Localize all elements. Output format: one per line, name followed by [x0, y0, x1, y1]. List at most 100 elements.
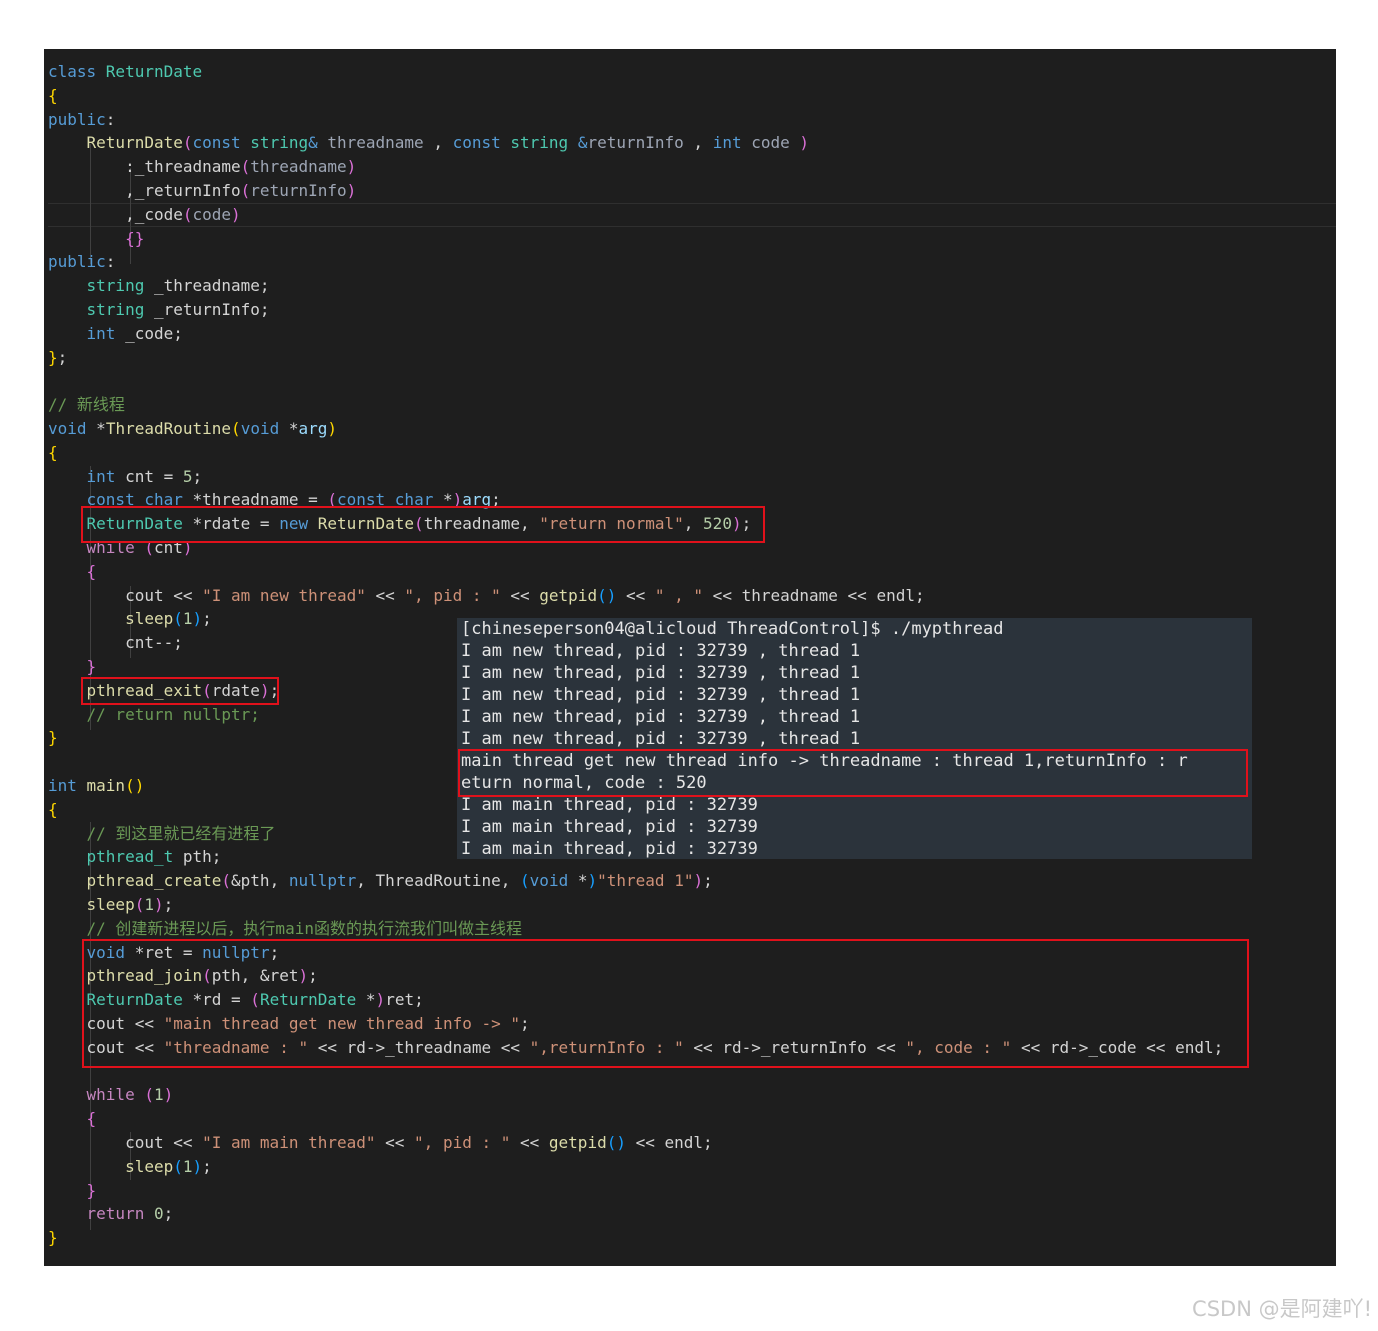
- code-token: <<: [500, 585, 540, 605]
- code-token: ): [163, 1085, 174, 1105]
- code-token: main: [86, 776, 126, 795]
- code-token: }: [86, 1180, 97, 1200]
- code-token: ): [587, 871, 598, 891]
- code-line: {: [48, 798, 58, 822]
- code-line: }: [48, 726, 58, 750]
- code-token: cnt--;: [48, 633, 183, 653]
- code-token: arg: [298, 419, 328, 438]
- code-line: public:: [48, 250, 115, 274]
- code-token: threadname: [327, 133, 424, 153]
- code-token: ,_code: [48, 204, 183, 224]
- code-token: "thread 1": [597, 871, 694, 891]
- code-line: cout << "I am main thread" << ", pid : "…: [48, 1131, 713, 1155]
- code-token: code: [751, 133, 800, 153]
- code-token: string: [86, 300, 145, 319]
- code-token: returnInfo: [587, 133, 684, 153]
- code-token: (): [597, 585, 617, 605]
- code-token: getpid: [548, 1133, 607, 1152]
- code-token: " , ": [654, 585, 704, 605]
- code-token: _returnInfo;: [144, 300, 270, 319]
- code-line: }: [48, 1179, 97, 1203]
- code-token: cout <<: [48, 585, 203, 605]
- code-token: ): [192, 1156, 203, 1176]
- code-token: 1: [182, 1156, 193, 1176]
- code-token: *: [96, 419, 106, 438]
- terminal-line: I am new thread, pid : 32739 , thread 1: [461, 685, 861, 705]
- code-token: _code;: [115, 323, 183, 343]
- code-line: // 到这里就已经有进程了: [48, 822, 276, 846]
- code-token: (): [125, 776, 145, 795]
- code-token: threadname: [250, 157, 347, 177]
- code-token: int: [86, 466, 116, 486]
- code-token: ): [192, 609, 203, 629]
- terminal-output: [chineseperson04@alicloud ThreadControl]…: [457, 618, 1252, 859]
- code-token: while: [86, 1085, 145, 1105]
- terminal-line: [chineseperson04@alicloud ThreadControl]…: [461, 619, 1004, 639]
- code-token: void: [48, 419, 97, 438]
- code-line: ,_returnInfo(returnInfo): [48, 179, 356, 203]
- code-token: sleep: [125, 609, 174, 629]
- code-token: << threadname << endl;: [703, 585, 925, 605]
- code-token: nullptr: [288, 871, 357, 891]
- terminal-line: I am main thread, pid : 32739: [461, 839, 758, 859]
- code-token: // 到这里就已经有进程了: [86, 823, 276, 843]
- code-line: sleep(1);: [48, 607, 212, 631]
- code-token: {: [48, 85, 58, 105]
- code-token: {: [86, 1109, 97, 1129]
- code-token: ): [327, 419, 338, 438]
- code-line: // return nullptr;: [48, 703, 260, 727]
- code-token: return: [86, 1204, 154, 1224]
- code-token: (: [173, 609, 183, 629]
- code-token: {}: [125, 228, 145, 248]
- code-token: *: [288, 419, 299, 438]
- code-token: <<: [375, 1133, 415, 1152]
- code-token: returnInfo: [250, 181, 347, 200]
- code-token: (: [520, 871, 530, 891]
- code-line: int cnt = 5;: [48, 465, 203, 489]
- code-token: {: [86, 561, 97, 581]
- code-token: }: [48, 347, 58, 367]
- code-token: pthread_t: [86, 847, 174, 867]
- code-token: ;: [163, 1204, 174, 1224]
- code-token: 0: [153, 1204, 164, 1224]
- code-line: {: [48, 560, 97, 584]
- code-line: // 创建新进程以后，执行main函数的执行流我们叫做主线程: [48, 917, 522, 941]
- code-token: ): [346, 181, 357, 200]
- code-line: string _threadname;: [48, 274, 270, 298]
- code-token: ", pid : ": [414, 1133, 511, 1152]
- terminal-line: I am new thread, pid : 32739 , thread 1: [461, 707, 861, 727]
- code-token: (: [173, 1156, 183, 1176]
- code-token: ", pid : ": [404, 585, 501, 605]
- code-line: :_threadname(threadname): [48, 155, 356, 179]
- code-token: &: [308, 133, 328, 153]
- code-token: void: [529, 871, 578, 891]
- code-token: (: [144, 1085, 154, 1105]
- code-token: }: [86, 657, 97, 676]
- code-token: public: [48, 252, 106, 272]
- code-line: int main(): [48, 774, 144, 798]
- code-token: }: [48, 1228, 58, 1248]
- code-token: // 新线程: [48, 395, 125, 415]
- highlight-box-join-and-print: [82, 939, 1249, 1068]
- code-token: pth;: [173, 847, 222, 867]
- code-token: (): [606, 1133, 626, 1152]
- code-token: const: [192, 133, 251, 153]
- highlight-box-terminal-result: [458, 749, 1248, 797]
- code-token: // 创建新进程以后，执行main函数的执行流我们叫做主线程: [86, 918, 522, 938]
- code-token: (: [134, 895, 145, 914]
- code-token: :: [105, 109, 116, 129]
- highlight-box-new-returndate: [81, 506, 765, 543]
- code-token: 1: [144, 895, 154, 914]
- code-token: ,: [683, 133, 713, 153]
- code-token: cout <<: [48, 1133, 203, 1152]
- code-token: code: [192, 204, 232, 224]
